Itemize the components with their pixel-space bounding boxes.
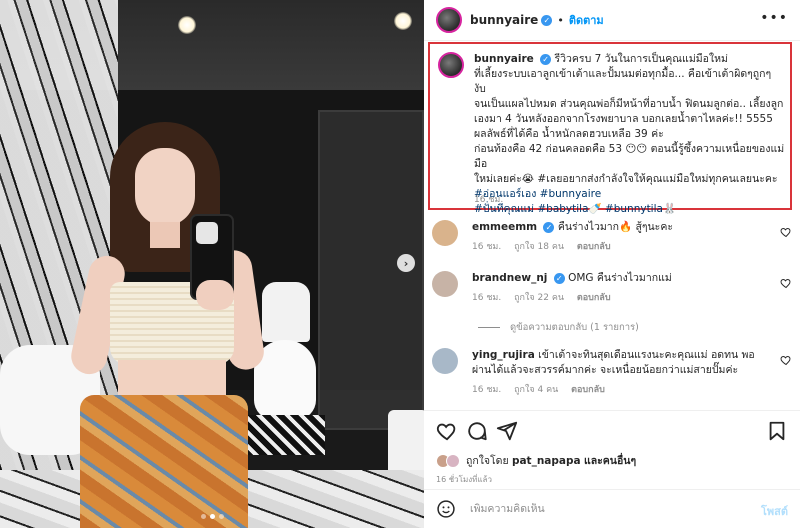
caption-line: ที่เลี้ยงระบบเอาลูกเข้าเต้าและปั้มนมต่อท… [474,68,772,95]
comment-username[interactable]: emmeemm [472,221,537,233]
liked-by-suffix[interactable]: และคนอื่นๆ [584,455,636,467]
replies-line [478,327,500,328]
post-photo[interactable]: › [0,0,424,528]
carousel-dot-active [209,514,215,519]
comment-username[interactable]: brandnew_nj [472,272,547,284]
verified-badge-icon: ✓ [553,272,565,284]
caption-username[interactable]: bunnyaire [474,53,534,65]
divider [424,410,800,411]
view-replies-label: ดูข้อความตอบกลับ (1 รายการ) [510,322,639,333]
comment: emmeemm ✓ คืนร่างไวมาก🔥 สู้ๆนะคะ 16 ชม. … [432,220,796,260]
photo-person-neck [150,222,180,248]
chevron-right-icon[interactable]: › [397,254,415,272]
bookmark-icon[interactable] [766,420,788,442]
emoji-icon[interactable] [436,499,456,519]
post-comment-button[interactable]: โพสต์ [761,502,788,520]
comment-input[interactable] [470,503,740,515]
carousel-dot [218,514,224,519]
photo-person-face [135,148,195,226]
liked-by-text: ถูกใจโดย pat_napapa และคนอื่นๆ [466,452,636,469]
comment: ying_rujira เข้าเต้าจะทินสุดเดือนแรงนะคะ… [432,348,796,400]
add-comment-bar: โพสต์ [424,490,800,528]
reply-button[interactable]: ตอบกลับ [577,242,611,252]
avatar[interactable] [432,271,458,297]
avatar[interactable] [432,220,458,246]
heart-icon[interactable] [780,354,792,366]
follow-button[interactable]: ติดตาม [569,11,604,29]
post-header: bunnyaire ✓ • ติดตาม ••• [424,0,800,40]
reply-button[interactable]: ตอบกลับ [571,385,605,395]
comment-text: คืนร่างไวมาก🔥 สู้ๆนะคะ [557,221,673,233]
carousel-dot [200,514,206,519]
heart-icon[interactable] [780,226,792,238]
comment-time: 16 ชม. [472,242,502,252]
author-username[interactable]: bunnyaire [470,13,538,27]
divider [424,40,800,41]
avatar[interactable] [438,52,464,78]
comment-likes[interactable]: ถูกใจ 4 คน [514,385,558,395]
caption-text: bunnyaire ✓ รีวิวครบ 7 วันในการเป็นคุณแม… [474,52,786,217]
photo-person-hand [196,280,234,310]
carousel-indicator [0,514,424,519]
photo-person-skirt [80,395,248,528]
photo-toilet [262,282,310,342]
comment-meta: 16 ชม. ถูกใจ 22 คน ตอบกลับ [472,291,772,306]
comment-body: brandnew_nj ✓ OMG คืนร่างไวมากแม่ 16 ชม.… [472,271,772,306]
avatar[interactable] [436,7,462,33]
avatar[interactable] [432,348,458,374]
caption-time: 16 ชม. [474,195,504,205]
caption-hashtags[interactable]: #ปั่นทีคุณแม่ #babytila🍼 #bunnytila🐰 [474,203,676,215]
photo-mat [245,415,325,455]
action-bar [436,420,788,444]
caption-line: จนเป็นแผลไปหมด ส่วนคุณพ่อก็มีหน้าที่อาบน… [474,98,784,110]
liked-by: ถูกใจโดย pat_napapa และคนอื่นๆ [436,452,636,469]
caption-line: ก่อนท้องคือ 42 ก่อนคลอดคือ 53 😶😶 ตอนนี้ร… [474,143,785,170]
liked-by-prefix: ถูกใจโดย [466,455,509,467]
comment-likes[interactable]: ถูกใจ 18 คน [514,242,564,252]
comment-body: ying_rujira เข้าเต้าจะทินสุดเดือนแรงนะคะ… [472,348,772,398]
caption-line: ใหม่เลยค่ะ😭 #เลยอยากส่งกำลังใจให้คุณแม่ม… [474,173,778,185]
comment-text: OMG คืนร่างไวมากแม่ [568,272,672,284]
avatar[interactable] [446,453,460,468]
comment-time: 16 ชม. [472,293,502,303]
post-time: 16 ชั่วโมงที่แล้ว [436,475,492,484]
post-sidebar: bunnyaire ✓ • ติดตาม ••• bunnyaire ✓ รีว… [424,0,800,528]
reply-button[interactable]: ตอบกลับ [577,293,611,303]
comment-username[interactable]: ying_rujira [472,349,535,361]
caption-line: รีวิวครบ 7 วันในการเป็นคุณแม่มือใหม่ [554,53,728,65]
caption-highlight: bunnyaire ✓ รีวิวครบ 7 วันในการเป็นคุณแม… [428,42,792,215]
heart-icon[interactable] [780,277,792,289]
comment: brandnew_nj ✓ OMG คืนร่างไวมากแม่ 16 ชม.… [432,271,796,311]
heart-icon[interactable] [436,420,458,442]
comment-meta: 16 ชม. ถูกใจ 18 คน ตอบกลับ [472,240,772,255]
caption-line: ผลลัพธ์ที่ได้คือ น้ำหนักลดฮวบเหลือ 39 ค่… [474,128,664,140]
ceiling-light [178,16,196,34]
verified-badge-icon: ✓ [543,221,555,233]
ceiling-light [394,12,412,30]
comment-time: 16 ชม. [472,385,502,395]
share-icon[interactable] [496,420,518,442]
header-separator: • [557,13,564,27]
view-replies-button[interactable]: ดูข้อความตอบกลับ (1 รายการ) [478,320,639,335]
comment-icon[interactable] [466,420,488,442]
caption-line: เองมา 4 วันหลังออกจากโรงพยาบาล บอกเลยน้ำ… [474,113,773,125]
comment-likes[interactable]: ถูกใจ 22 คน [514,293,564,303]
comment-body: emmeemm ✓ คืนร่างไวมาก🔥 สู้ๆนะคะ 16 ชม. … [472,220,772,255]
verified-badge-icon: ✓ [540,53,552,65]
liked-by-user[interactable]: pat_napapa [512,455,581,467]
photo-phone-camera [196,222,218,244]
comment-meta: 16 ชม. ถูกใจ 4 คน ตอบกลับ [472,383,772,398]
more-horizontal-icon[interactable]: ••• [760,10,788,26]
verified-badge-icon: ✓ [541,14,553,26]
